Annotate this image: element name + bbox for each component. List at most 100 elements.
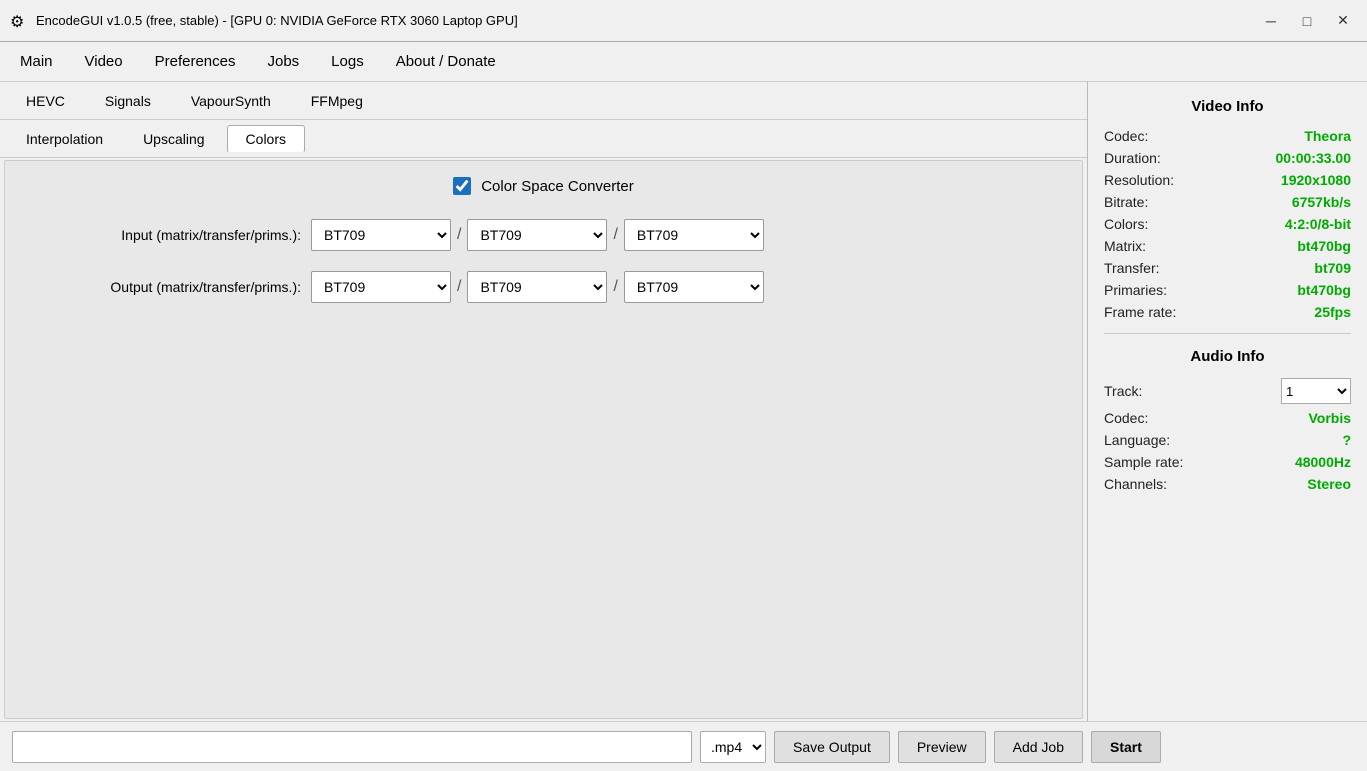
add-job-button[interactable]: Add Job (994, 731, 1083, 763)
audio-track-label: Track: (1104, 383, 1142, 399)
video-duration-row: Duration: 00:00:33.00 (1104, 147, 1351, 169)
video-resolution-row: Resolution: 1920x1080 (1104, 169, 1351, 191)
video-transfer-row: Transfer: bt709 (1104, 257, 1351, 279)
separator-1: / (457, 226, 461, 244)
video-framerate-label: Frame rate: (1104, 304, 1176, 320)
video-framerate-row: Frame rate: 25fps (1104, 301, 1351, 323)
output-path-input[interactable] (12, 731, 692, 763)
audio-channels-value: Stereo (1307, 476, 1351, 492)
input-label: Input (matrix/transfer/prims.): (21, 227, 301, 243)
format-select[interactable]: .mp4 .mkv .avi .mov (701, 732, 765, 762)
video-duration-value: 00:00:33.00 (1275, 150, 1351, 166)
section-divider (1104, 333, 1351, 334)
audio-language-value: ? (1342, 432, 1351, 448)
menu-item-jobs[interactable]: Jobs (251, 45, 315, 78)
video-bitrate-label: Bitrate: (1104, 194, 1148, 210)
subnav2-item-upscaling[interactable]: Upscaling (125, 126, 222, 152)
window-title: EncodeGUI v1.0.5 (free, stable) - [GPU 0… (36, 13, 518, 28)
video-matrix-row: Matrix: bt470bg (1104, 235, 1351, 257)
video-duration-label: Duration: (1104, 150, 1161, 166)
audio-codec-value: Vorbis (1308, 410, 1351, 426)
subnav2: Interpolation Upscaling Colors (0, 120, 1087, 158)
input-prims-select[interactable]: BT709 BT601 BT2020 (624, 219, 764, 251)
subnav2-item-interpolation[interactable]: Interpolation (8, 126, 121, 152)
video-resolution-value: 1920x1080 (1281, 172, 1351, 188)
video-matrix-value: bt470bg (1297, 238, 1351, 254)
video-codec-row: Codec: Theora (1104, 125, 1351, 147)
save-output-button[interactable]: Save Output (774, 731, 890, 763)
colors-tab-content: Color Space Converter Input (matrix/tran… (4, 160, 1083, 719)
video-colors-label: Colors: (1104, 216, 1148, 232)
subnav-item-signals[interactable]: Signals (87, 88, 169, 114)
audio-codec-label: Codec: (1104, 410, 1148, 426)
title-bar-left: ⚙ EncodeGUI v1.0.5 (free, stable) - [GPU… (10, 12, 518, 30)
color-space-converter-checkbox[interactable] (453, 177, 471, 195)
menu-item-logs[interactable]: Logs (315, 45, 380, 78)
subnav2-item-colors[interactable]: Colors (227, 125, 305, 153)
audio-samplerate-row: Sample rate: 48000Hz (1104, 451, 1351, 473)
separator-2: / (613, 226, 617, 244)
title-bar: ⚙ EncodeGUI v1.0.5 (free, stable) - [GPU… (0, 0, 1367, 42)
menu-item-video[interactable]: Video (69, 45, 139, 78)
minimize-button[interactable]: ─ (1257, 10, 1285, 32)
subnav1: HEVC Signals VapourSynth FFMpeg (0, 82, 1087, 120)
bottom-bar: .mp4 .mkv .avi .mov Save Output Preview … (0, 721, 1367, 771)
video-colors-row: Colors: 4:2:0/8-bit (1104, 213, 1351, 235)
subnav-item-ffmpeg[interactable]: FFMpeg (293, 88, 381, 114)
input-field-row: Input (matrix/transfer/prims.): BT709 BT… (21, 219, 1066, 251)
video-primaries-label: Primaries: (1104, 282, 1167, 298)
audio-language-row: Language: ? (1104, 429, 1351, 451)
app-icon: ⚙ (10, 12, 28, 30)
video-colors-value: 4:2:0/8-bit (1285, 216, 1351, 232)
video-primaries-value: bt470bg (1297, 282, 1351, 298)
right-panel: Video Info Codec: Theora Duration: 00:00… (1087, 82, 1367, 721)
audio-channels-row: Channels: Stereo (1104, 473, 1351, 495)
preview-button[interactable]: Preview (898, 731, 986, 763)
video-framerate-value: 25fps (1314, 304, 1351, 320)
audio-channels-label: Channels: (1104, 476, 1167, 492)
output-field-row: Output (matrix/transfer/prims.): BT709 B… (21, 271, 1066, 303)
video-transfer-value: bt709 (1314, 260, 1351, 276)
video-bitrate-row: Bitrate: 6757kb/s (1104, 191, 1351, 213)
start-button[interactable]: Start (1091, 731, 1161, 763)
content-area: HEVC Signals VapourSynth FFMpeg Interpol… (0, 82, 1087, 721)
audio-info-title: Audio Info (1104, 348, 1351, 365)
main-layout: HEVC Signals VapourSynth FFMpeg Interpol… (0, 82, 1367, 721)
audio-samplerate-label: Sample rate: (1104, 454, 1183, 470)
audio-codec-row: Codec: Vorbis (1104, 407, 1351, 429)
output-prims-select[interactable]: BT709 BT601 BT2020 (624, 271, 764, 303)
output-select-group: BT709 BT601 BT2020 / BT709 BT601 BT2020 … (311, 271, 764, 303)
video-transfer-label: Transfer: (1104, 260, 1160, 276)
menu-item-main[interactable]: Main (4, 45, 69, 78)
menu-bar: Main Video Preferences Jobs Logs About /… (0, 42, 1367, 82)
output-label: Output (matrix/transfer/prims.): (21, 279, 301, 295)
audio-track-select[interactable]: 1 2 3 (1281, 378, 1351, 404)
input-matrix-select[interactable]: BT709 BT601 BT2020 (311, 219, 451, 251)
audio-track-row: Track: 1 2 3 (1104, 375, 1351, 407)
video-matrix-label: Matrix: (1104, 238, 1146, 254)
output-matrix-select[interactable]: BT709 BT601 BT2020 (311, 271, 451, 303)
maximize-button[interactable]: □ (1293, 10, 1321, 32)
format-select-wrapper: .mp4 .mkv .avi .mov (700, 731, 766, 763)
video-codec-label: Codec: (1104, 128, 1148, 144)
color-space-converter-label: Color Space Converter (481, 178, 634, 195)
input-select-group: BT709 BT601 BT2020 / BT709 BT601 BT2020 … (311, 219, 764, 251)
video-codec-value: Theora (1304, 128, 1351, 144)
title-bar-controls: ─ □ ✕ (1257, 10, 1357, 32)
video-primaries-row: Primaries: bt470bg (1104, 279, 1351, 301)
subnav-item-vapoursynth[interactable]: VapourSynth (173, 88, 289, 114)
separator-4: / (613, 278, 617, 296)
video-resolution-label: Resolution: (1104, 172, 1174, 188)
video-info-title: Video Info (1104, 98, 1351, 115)
audio-language-label: Language: (1104, 432, 1170, 448)
video-bitrate-value: 6757kb/s (1292, 194, 1351, 210)
menu-item-about-donate[interactable]: About / Donate (380, 45, 512, 78)
subnav-item-hevc[interactable]: HEVC (8, 88, 83, 114)
separator-3: / (457, 278, 461, 296)
audio-samplerate-value: 48000Hz (1295, 454, 1351, 470)
color-space-converter-row: Color Space Converter (21, 177, 1066, 195)
input-transfer-select[interactable]: BT709 BT601 BT2020 (467, 219, 607, 251)
close-button[interactable]: ✕ (1329, 10, 1357, 32)
output-transfer-select[interactable]: BT709 BT601 BT2020 (467, 271, 607, 303)
menu-item-preferences[interactable]: Preferences (139, 45, 252, 78)
